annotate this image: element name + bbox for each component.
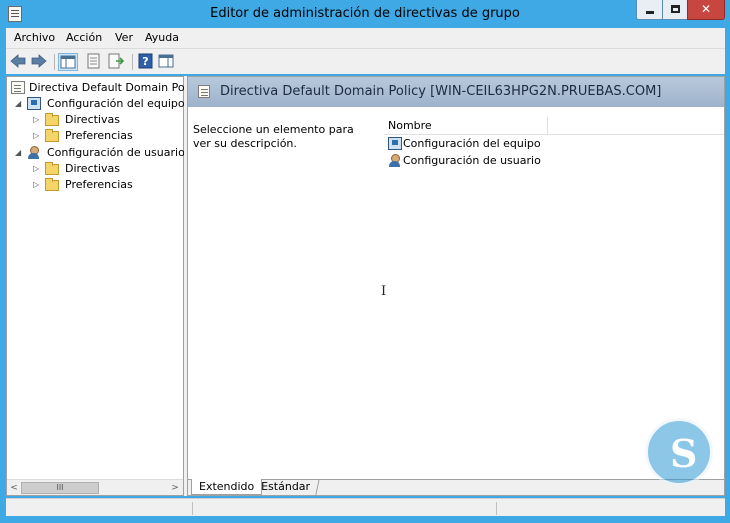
toolbar-separator	[54, 54, 55, 70]
tree-item-label: Preferencias	[65, 178, 133, 191]
description-text: Seleccione un elemento para ver su descr…	[193, 123, 354, 150]
maximize-button[interactable]	[662, 0, 688, 20]
expanded-arrow-icon[interactable]: ◢	[15, 145, 23, 161]
menu-accion[interactable]: Acción	[66, 31, 102, 44]
tree-item-label: Directivas	[65, 162, 120, 175]
tree-item-label: Configuración del equipo	[47, 97, 185, 110]
collapsed-arrow-icon[interactable]: ▷	[33, 112, 41, 128]
tree-item-label: Directivas	[65, 113, 120, 126]
status-separator	[192, 502, 193, 515]
action-pane-icon	[158, 54, 174, 68]
tab-extendido[interactable]: Extendido	[191, 479, 263, 495]
maximize-icon	[671, 5, 680, 13]
list-item-label: Configuración de usuario	[403, 154, 541, 167]
forward-button[interactable]	[30, 53, 50, 71]
expanded-arrow-icon[interactable]: ◢	[15, 96, 23, 112]
collapsed-arrow-icon[interactable]: ▷	[33, 177, 41, 193]
collapsed-arrow-icon[interactable]: ▷	[33, 128, 41, 144]
properties-button[interactable]	[85, 53, 105, 71]
minimize-icon	[646, 11, 654, 14]
tab-estandar[interactable]: Estándar	[252, 479, 320, 495]
status-separator	[496, 502, 497, 515]
user-icon	[27, 146, 41, 159]
status-bar	[6, 498, 725, 516]
computer-icon	[27, 97, 41, 110]
scroll-thumb[interactable]: III	[21, 482, 99, 494]
tab-estandar-label: Estándar	[261, 480, 311, 493]
policy-icon	[198, 85, 210, 98]
column-header-empty	[549, 117, 724, 135]
help-button[interactable]: ?	[137, 53, 157, 71]
properties-icon	[87, 53, 100, 69]
back-button[interactable]	[9, 53, 29, 71]
app-window: Editor de administración de directivas d…	[0, 0, 730, 523]
menu-ayuda[interactable]: Ayuda	[145, 31, 179, 44]
computer-icon	[388, 137, 402, 150]
menu-bar: Archivo Acción Ver Ayuda	[6, 28, 725, 48]
horizontal-scrollbar[interactable]: < III >	[7, 479, 183, 495]
folder-icon	[45, 129, 59, 142]
collapsed-arrow-icon[interactable]: ▷	[33, 161, 41, 177]
export-list-icon	[108, 53, 125, 69]
export-list-button[interactable]	[107, 53, 127, 71]
text-cursor-icon: I	[381, 284, 387, 299]
scroll-right-arrow-icon[interactable]: >	[169, 482, 181, 494]
watermark-logo: S	[645, 418, 713, 486]
title-bar[interactable]: Editor de administración de directivas d…	[0, 0, 730, 28]
user-icon	[388, 154, 402, 167]
back-icon	[10, 54, 26, 68]
view-tabs: Extendido Estándar	[188, 479, 724, 495]
menu-ver[interactable]: Ver	[115, 31, 133, 44]
folder-icon	[45, 162, 59, 175]
show-hide-tree-button[interactable]	[58, 53, 78, 71]
window-title: Editor de administración de directivas d…	[210, 6, 520, 21]
action-pane-button[interactable]	[157, 53, 177, 71]
logo-letter: S	[670, 431, 698, 476]
details-header: Directiva Default Domain Policy [WIN-CEI…	[188, 77, 724, 107]
details-title: Directiva Default Domain Policy [WIN-CEI…	[220, 84, 662, 99]
scroll-left-arrow-icon[interactable]: <	[8, 482, 20, 494]
svg-text:?: ?	[142, 55, 148, 68]
column-header-nombre[interactable]: Nombre	[384, 117, 548, 135]
tree-item-label: Directiva Default Domain Policy	[29, 81, 204, 94]
menu-archivo[interactable]: Archivo	[14, 31, 55, 44]
forward-icon	[31, 54, 47, 68]
tree-pane[interactable]: Directiva Default Domain Policy ◢ Config…	[6, 76, 203, 496]
minimize-button[interactable]	[636, 0, 663, 20]
toolbar-separator	[132, 54, 133, 70]
show-hide-tree-icon	[60, 55, 76, 69]
folder-icon	[45, 113, 59, 126]
tree-item-label: Configuración de usuario	[47, 146, 185, 159]
list-item-label: Configuración del equipo	[403, 137, 541, 150]
tree-item-label: Preferencias	[65, 129, 133, 142]
folder-icon	[45, 178, 59, 191]
details-pane: Directiva Default Domain Policy [WIN-CEI…	[187, 76, 725, 496]
toolbar: ?	[6, 48, 725, 74]
close-button[interactable]: ✕	[687, 0, 725, 20]
policy-icon	[11, 81, 25, 94]
help-icon: ?	[138, 53, 153, 69]
